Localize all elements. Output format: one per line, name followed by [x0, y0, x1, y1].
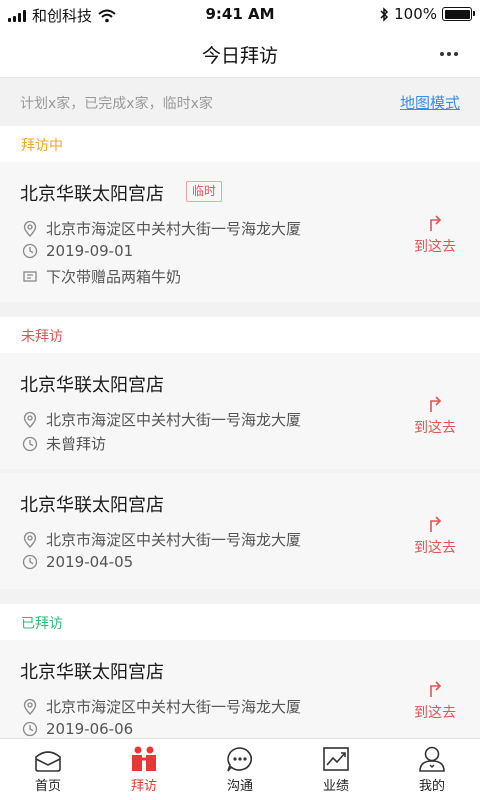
status-right: 100% [379, 5, 475, 23]
navigate-button[interactable]: 到这去 [410, 513, 460, 557]
bottom-tab-bar: 首页 拜访 沟通 业绩 我的 [0, 738, 480, 800]
store-name: 北京华联太阳宫店 [20, 662, 164, 683]
route-arrow-icon [430, 215, 442, 231]
date-row: 未曾拜访 [22, 433, 106, 454]
tab-visit[interactable]: 拜访 [96, 739, 192, 800]
performance-icon [323, 747, 349, 771]
address-text: 北京市海淀区中关村大街一号海龙大厦 [46, 220, 302, 238]
address-row: 北京市海淀区中关村大街一号海龙大厦 [22, 696, 301, 717]
note-text: 下次带赠品两箱牛奶 [46, 268, 182, 286]
address-text: 北京市海淀区中关村大街一号海龙大厦 [46, 411, 302, 429]
visit-icon [132, 746, 156, 771]
summary-text: 计划x家，已完成x家，临时x家 [20, 96, 213, 112]
tab-performance[interactable]: 业绩 [288, 739, 384, 800]
temporary-badge: 临时 [186, 181, 223, 202]
route-arrow-icon [430, 516, 442, 532]
home-icon [35, 751, 61, 772]
navigate-label: 到这去 [414, 239, 456, 255]
address-row: 北京市海淀区中关村大街一号海龙大厦 [22, 529, 301, 550]
store-name: 北京华联太阳宫店 [20, 184, 164, 205]
location-pin-icon [23, 411, 37, 428]
tab-label: 拜访 [130, 779, 157, 794]
battery-percent: 100% [394, 5, 437, 23]
section-title: 未拜访 [21, 329, 63, 345]
route-arrow-icon [430, 681, 442, 697]
note-row: 下次带赠品两箱牛奶 [22, 266, 181, 287]
tab-home[interactable]: 首页 [0, 739, 96, 800]
address-text: 北京市海淀区中关村大街一号海龙大厦 [46, 698, 302, 716]
navigate-label: 到这去 [414, 705, 456, 721]
battery-icon [442, 7, 475, 21]
navigate-label: 到这去 [414, 540, 456, 556]
map-mode-link[interactable]: 地图模式 [400, 92, 460, 113]
address-row: 北京市海淀区中关村大街一号海龙大厦 [22, 218, 301, 239]
navigate-button[interactable]: 到这去 [410, 393, 460, 437]
store-card[interactable]: 北京华联太阳宫店 北京市海淀区中关村大街一号海龙大厦 未曾拜访 到这去 [0, 353, 480, 469]
tab-label: 沟通 [226, 779, 253, 794]
page-title: 今日拜访 [201, 45, 278, 67]
address-text: 北京市海淀区中关村大街一号海龙大厦 [46, 531, 302, 549]
location-pin-icon [23, 531, 37, 548]
note-icon [23, 270, 37, 282]
navigate-button[interactable]: 到这去 [410, 678, 460, 722]
status-bar: 和创科技 9:41 AM 100% [0, 0, 480, 28]
store-name: 北京华联太阳宫店 [20, 495, 164, 516]
address-row: 北京市海淀区中关村大街一号海龙大厦 [22, 409, 301, 430]
last-visit-date: 2019-04-05 [46, 553, 134, 571]
location-pin-icon [23, 220, 37, 237]
store-card[interactable]: 北京华联太阳宫店 北京市海淀区中关村大街一号海龙大厦 2019-06-06 到这… [0, 640, 480, 738]
date-row: 2019-04-05 [22, 553, 133, 571]
clock-icon [22, 436, 38, 451]
nav-bar: 今日拜访 [0, 28, 480, 78]
navigate-button[interactable]: 到这去 [410, 212, 460, 256]
store-card[interactable]: 北京华联太阳宫店 北京市海淀区中关村大街一号海龙大厦 2019-04-05 到这… [0, 473, 480, 589]
route-arrow-icon [430, 396, 442, 412]
more-icon[interactable] [440, 52, 458, 56]
date-row: 2019-06-06 [22, 720, 133, 738]
date-row: 2019-09-01 [22, 242, 133, 260]
last-visit-date: 2019-06-06 [46, 720, 134, 738]
section-header-in-progress: 拜访中 [0, 126, 480, 162]
tab-label: 业绩 [322, 779, 349, 794]
tab-label: 首页 [34, 779, 61, 794]
navigate-label: 到这去 [414, 420, 456, 436]
tab-label: 我的 [418, 779, 445, 794]
last-visit-date: 未曾拜访 [46, 435, 107, 453]
clock-icon [22, 554, 38, 570]
tab-chat[interactable]: 沟通 [192, 739, 288, 800]
store-card[interactable]: 北京华联太阳宫店 临时 北京市海淀区中关村大街一号海龙大厦 2019-09-01… [0, 162, 480, 302]
section-header-visited: 已拜访 [0, 604, 480, 640]
chat-icon [227, 747, 252, 772]
location-pin-icon [23, 698, 37, 715]
tab-profile[interactable]: 我的 [384, 739, 480, 800]
section-header-not-visited: 未拜访 [0, 317, 480, 353]
clock-icon [22, 243, 38, 259]
visit-summary: 计划x家，已完成x家，临时x家 地图模式 [0, 78, 480, 126]
clock-icon [22, 721, 38, 737]
store-name: 北京华联太阳宫店 [20, 375, 164, 396]
last-visit-date: 2019-09-01 [46, 242, 134, 260]
profile-icon [419, 746, 445, 772]
section-title: 已拜访 [21, 616, 63, 632]
bluetooth-icon [380, 6, 389, 22]
section-title: 拜访中 [21, 138, 63, 154]
